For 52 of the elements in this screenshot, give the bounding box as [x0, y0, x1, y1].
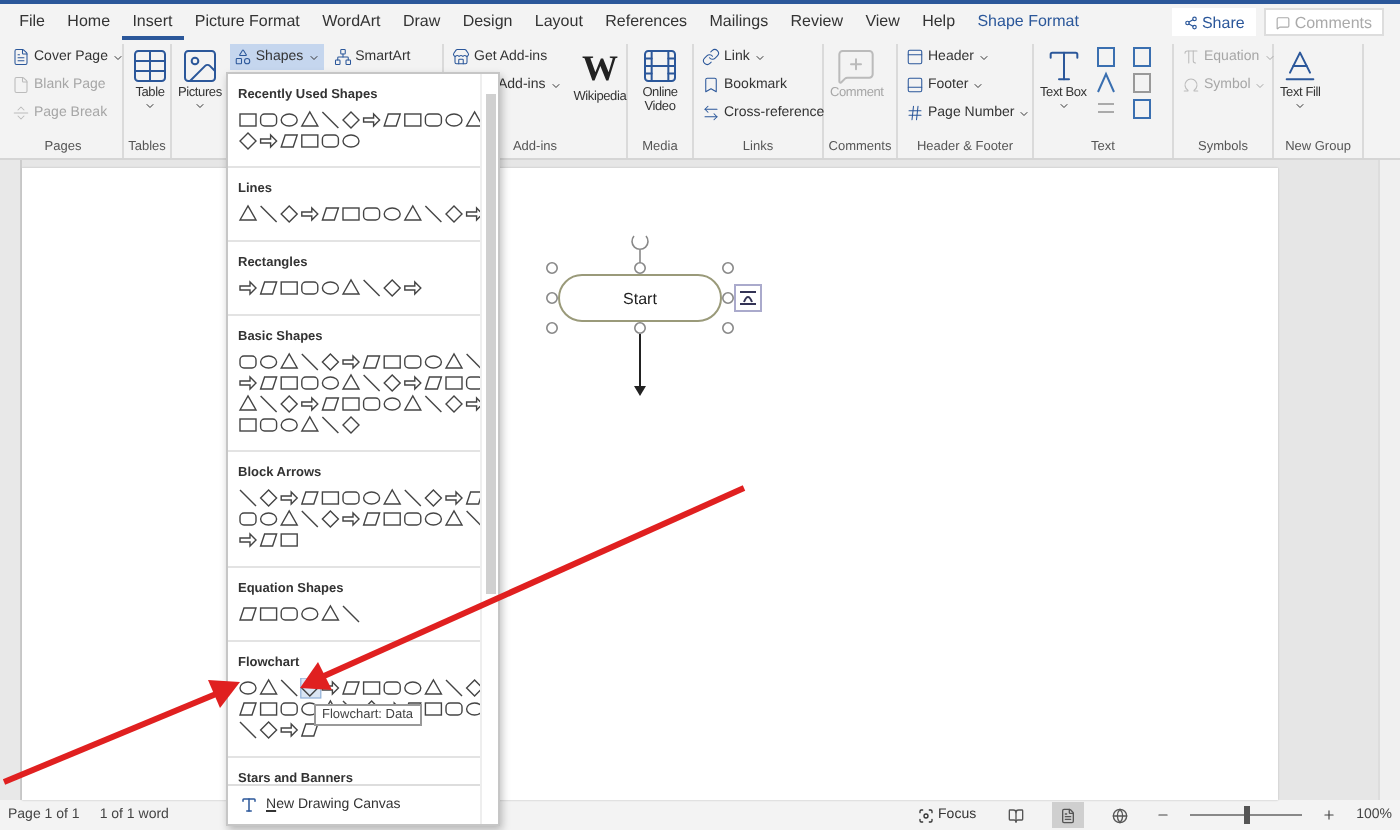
- ribbon-tab[interactable]: Layout: [523, 5, 595, 39]
- ribbon-tab[interactable]: View: [854, 5, 911, 39]
- view-button[interactable]: [1052, 802, 1085, 828]
- ribbon-tab[interactable]: References: [594, 5, 699, 39]
- ribbon-icon: [906, 76, 924, 94]
- ribbon-icon: [12, 48, 30, 66]
- layout-options-button[interactable]: [734, 284, 762, 312]
- ribbon-icon: [906, 48, 924, 66]
- ribbon-icon: [12, 104, 30, 122]
- comment-icon: [1276, 15, 1291, 29]
- layout-options-icon: [738, 290, 758, 306]
- canvas-icon: [240, 796, 258, 814]
- flowchart-terminator: Start: [558, 274, 722, 322]
- ribbon-icon: [130, 46, 170, 86]
- ribbon-tab[interactable]: Help: [910, 5, 967, 39]
- ribbon-icon: [1182, 76, 1200, 94]
- ribbon-icon: [179, 46, 220, 86]
- ribbon-icon: [1182, 48, 1200, 66]
- globe-icon: [1112, 807, 1129, 823]
- ribbon-tab[interactable]: Shape Format: [966, 5, 1091, 39]
- read-mode-icon: [1008, 807, 1025, 823]
- page-icon: [1060, 807, 1077, 823]
- ribbon-tab[interactable]: Draw: [391, 5, 452, 39]
- ribbon-tab[interactable]: Review: [779, 5, 855, 39]
- ribbon-tab[interactable]: WordArt: [310, 5, 392, 39]
- zoom-thumb[interactable]: [1244, 806, 1251, 824]
- ribbon-icon: [12, 76, 30, 94]
- ribbon-tab[interactable]: Mailings: [698, 5, 780, 39]
- share-icon: [1183, 15, 1198, 29]
- zoom-in-icon[interactable]: [1322, 808, 1337, 822]
- ribbon-icon: [906, 104, 924, 122]
- ribbon-tab[interactable]: Home: [56, 5, 122, 39]
- shape-gallery-drawing[interactable]: [238, 204, 480, 228]
- ribbon-tab[interactable]: Design: [451, 5, 524, 39]
- panel-scrollbar[interactable]: [480, 74, 498, 824]
- ribbon-icon: [702, 104, 720, 122]
- logo: W: [582, 46, 618, 90]
- ribbon-icon: [640, 46, 680, 86]
- focus-icon: [918, 807, 935, 823]
- ribbon-icon: [452, 48, 470, 66]
- share-button[interactable]: Share: [1171, 8, 1257, 36]
- ribbon-icon: [702, 48, 720, 66]
- ribbon-tab[interactable]: Picture Format: [183, 5, 311, 39]
- ribbon-icon: [702, 76, 720, 94]
- ribbon-tab[interactable]: File: [8, 5, 57, 39]
- ribbon-icon: [333, 48, 352, 66]
- ribbon-icon: [233, 48, 252, 66]
- ribbon-tab[interactable]: Insert: [121, 5, 184, 39]
- shape-gallery-drawing[interactable]: [238, 110, 480, 154]
- connector-arrow: [632, 334, 648, 398]
- ribbon-icon: [836, 46, 877, 86]
- shape-gallery-drawing[interactable]: [238, 352, 480, 438]
